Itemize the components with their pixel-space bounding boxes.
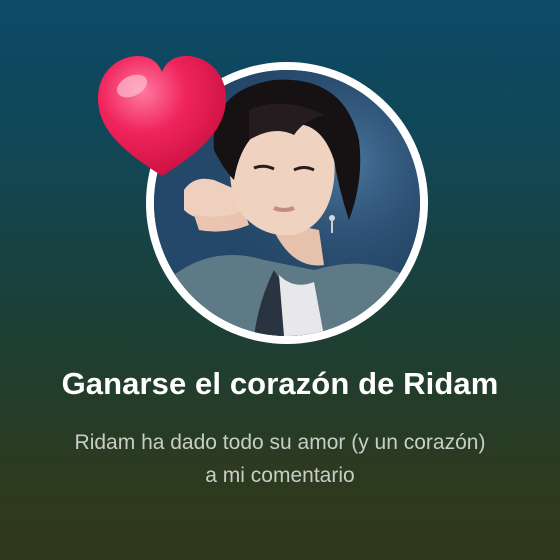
achievement-screen: Ganarse el corazón de Ridam Ridam ha dad… <box>0 0 560 560</box>
heart-icon <box>94 52 230 182</box>
achievement-description: Ridam ha dado todo su amor (y un corazón… <box>74 431 486 487</box>
achievement-title: Ganarse el corazón de Ridam <box>61 366 499 401</box>
